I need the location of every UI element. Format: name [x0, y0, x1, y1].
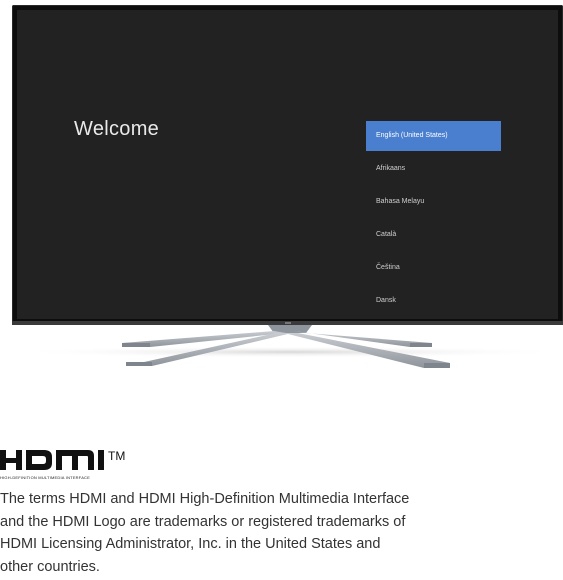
language-option-english-us[interactable]: English (United States) — [366, 121, 501, 151]
language-option-afrikaans[interactable]: Afrikaans — [366, 154, 501, 184]
welcome-title: Welcome — [74, 118, 160, 140]
tv-brand-mark — [285, 322, 291, 324]
language-option-cestina[interactable]: Čeština — [366, 253, 501, 283]
legal-line: and the HDMI Logo are trademarks or regi… — [0, 513, 406, 530]
hdmi-legal-notice: The terms HDMI and HDMI High-Definition … — [0, 488, 563, 578]
legal-line: other countries. — [0, 558, 100, 575]
language-list: English (United States) Afrikaans Bahasa… — [366, 121, 501, 319]
tv-screen: Welcome English (United States) Afrikaan… — [17, 10, 558, 319]
hdmi-subtitle: HIGH-DEFINITION MULTIMEDIA INTERFACE — [0, 475, 91, 480]
tv-frame: Welcome English (United States) Afrikaan… — [12, 5, 563, 325]
language-option-catala[interactable]: Català — [366, 220, 501, 250]
legal-line: The terms HDMI and HDMI High-Definition … — [0, 491, 410, 507]
language-option-dansk[interactable]: Dansk — [366, 286, 501, 316]
language-option-bahasa-melayu[interactable]: Bahasa Melayu — [366, 187, 501, 217]
page: Welcome English (United States) Afrikaan… — [0, 0, 563, 580]
hdmi-trademark-symbol: TM — [108, 449, 125, 463]
legal-line: HDMI Licensing Administrator, Inc. in th… — [0, 536, 381, 552]
tv-stand — [10, 325, 563, 368]
